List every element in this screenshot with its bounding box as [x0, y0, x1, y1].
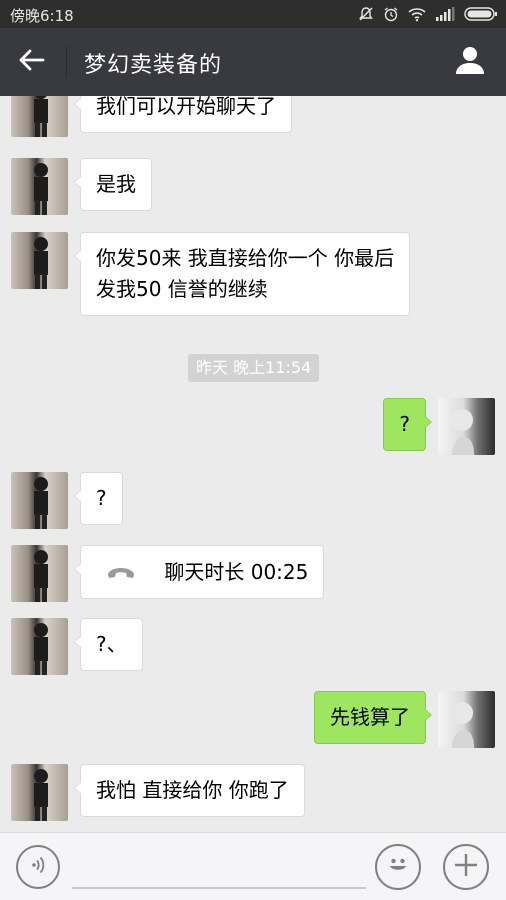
chat-area[interactable]: 我们可以开始聊天了 是我 你发50来 我直接给你一个 你最后 发我50 信誉的继…	[0, 96, 506, 832]
message-bubble[interactable]: ?、	[74, 618, 143, 671]
emoji-button[interactable]	[375, 844, 421, 890]
wifi-icon	[408, 6, 426, 22]
back-arrow-icon	[19, 49, 45, 75]
chat-title: 梦幻卖装备的	[84, 53, 223, 78]
voice-button[interactable]	[16, 845, 60, 889]
message-text: 先钱算了	[330, 705, 410, 729]
title-divider	[66, 46, 67, 78]
message-bubble[interactable]: 我们可以开始聊天了	[74, 96, 292, 133]
message-bubble[interactable]: 你发50来 我直接给你一个 你最后 发我50 信誉的继续	[73, 232, 411, 316]
my-avatar[interactable]	[438, 691, 495, 748]
chat-info-button[interactable]	[448, 40, 492, 84]
contact-avatar[interactable]	[11, 764, 68, 821]
status-bar: 傍晚6:18	[0, 0, 506, 28]
message-bubble[interactable]: 我怕 直接给你 你跑了	[74, 764, 305, 817]
call-record-bubble[interactable]: 聊天时长 00:25	[73, 545, 325, 599]
message-text: ?、	[96, 632, 127, 656]
message-text: 发我50 信誉的继续	[96, 277, 268, 301]
contact-avatar[interactable]	[11, 618, 68, 675]
person-icon	[455, 45, 485, 79]
call-duration-text: 聊天时长 00:25	[164, 560, 309, 584]
message-bubble[interactable]: 是我	[74, 158, 152, 211]
plus-icon	[453, 852, 479, 882]
message-bubble[interactable]: ?	[74, 472, 123, 525]
signal-icon	[435, 7, 455, 21]
message-bubble[interactable]: ?	[383, 398, 432, 451]
contact-avatar[interactable]	[11, 96, 68, 137]
mute-icon	[358, 6, 374, 22]
my-avatar[interactable]	[438, 398, 495, 455]
contact-avatar[interactable]	[11, 545, 68, 602]
status-time: 傍晚6:18	[10, 7, 74, 25]
alarm-icon	[383, 6, 399, 22]
battery-icon	[464, 7, 498, 21]
message-text: 你发50来 我直接给你一个 你最后	[96, 246, 395, 270]
title-bar: 梦幻卖装备的	[0, 28, 506, 96]
emoji-icon	[385, 852, 411, 882]
back-button[interactable]	[8, 40, 56, 84]
message-text: 我们可以开始聊天了	[96, 96, 276, 118]
status-icons	[358, 5, 498, 23]
contact-avatar[interactable]	[11, 472, 68, 529]
more-button[interactable]	[443, 844, 489, 890]
phone-hangup-icon	[106, 557, 136, 588]
message-bubble[interactable]: 先钱算了	[314, 691, 432, 744]
contact-avatar[interactable]	[11, 158, 68, 215]
contact-avatar[interactable]	[11, 232, 68, 289]
message-text: ?	[96, 486, 107, 510]
time-divider: 昨天 晚上11:54	[188, 354, 320, 382]
input-bar	[0, 832, 506, 900]
message-input[interactable]	[72, 849, 366, 889]
message-text: 我怕 直接给你 你跑了	[96, 778, 289, 802]
message-text: 是我	[96, 172, 136, 196]
voice-icon	[27, 854, 49, 880]
message-text: ?	[399, 412, 410, 436]
